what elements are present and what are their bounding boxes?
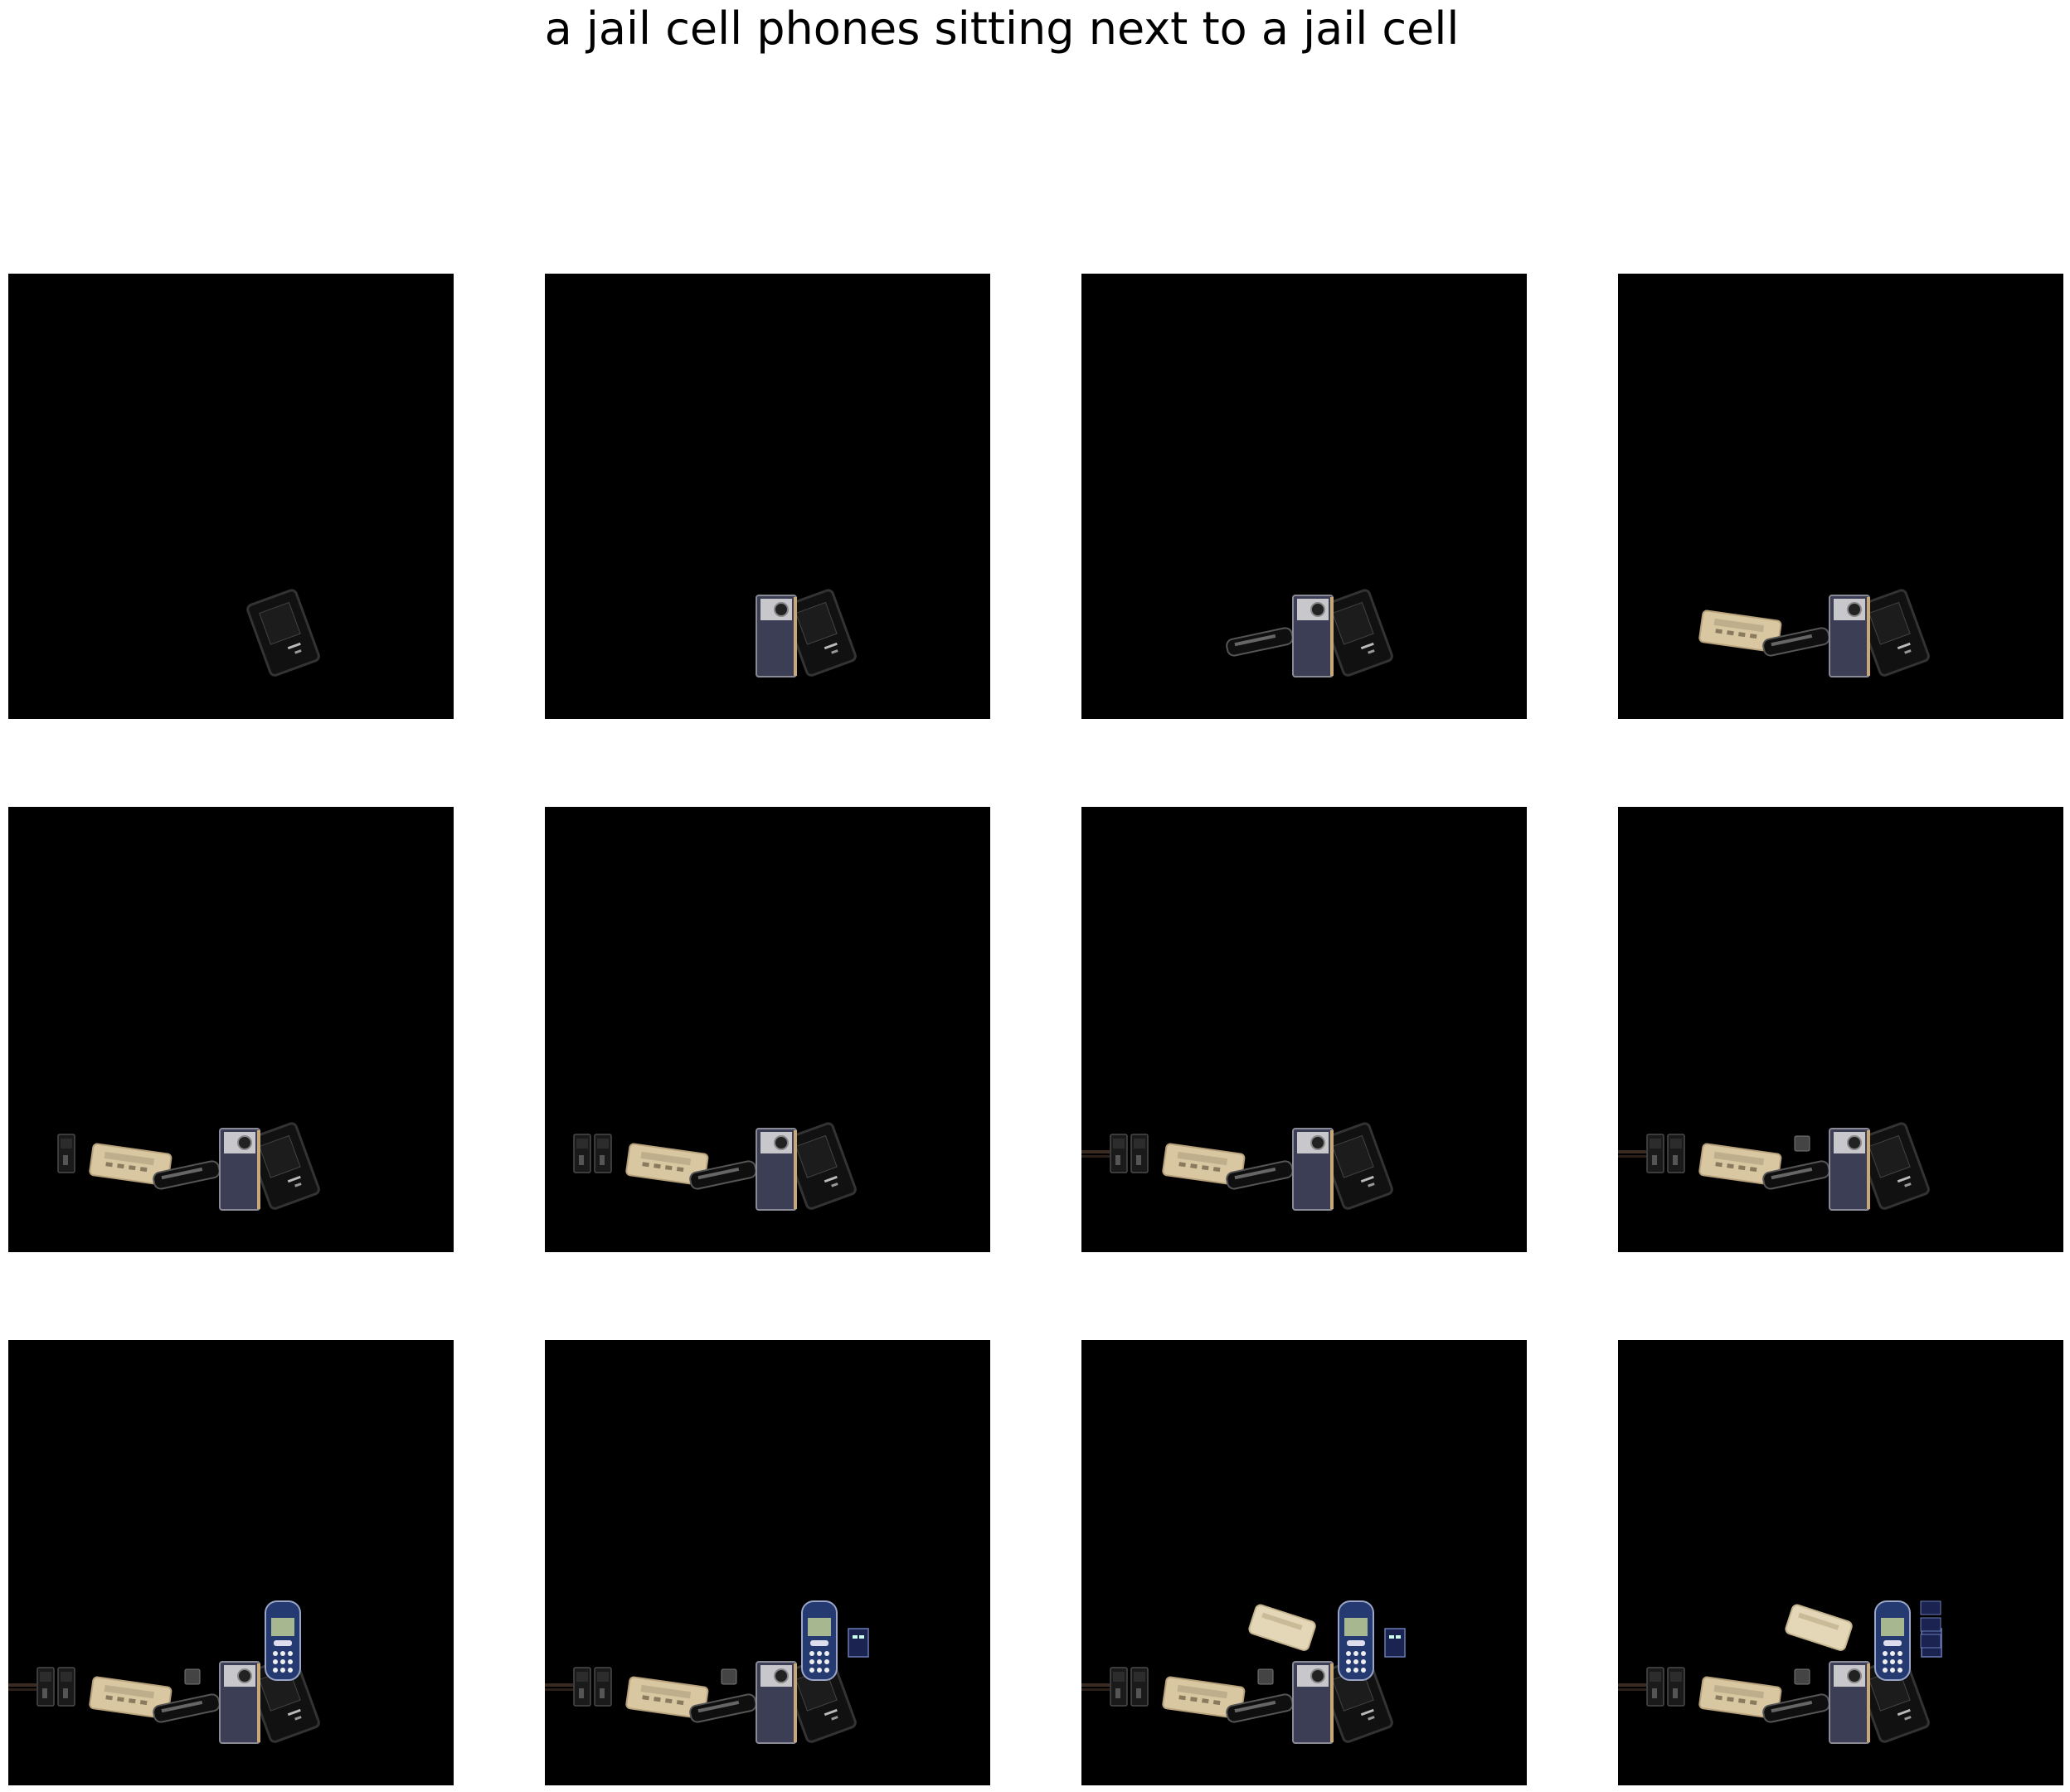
panel-image <box>573 1122 857 1211</box>
cable <box>545 1683 573 1691</box>
small-dark-phone <box>57 1134 75 1173</box>
small-dark-phone <box>1130 1134 1149 1173</box>
small-dark-phone <box>57 1667 75 1707</box>
cable <box>1618 1150 1646 1158</box>
image-panel-1 <box>8 274 454 719</box>
image-panel-6 <box>545 807 990 1252</box>
tiny-gray-phone <box>1257 1668 1274 1685</box>
small-dark-phone <box>1667 1667 1685 1707</box>
silver-phone <box>756 1128 797 1211</box>
tiny-gray-phone <box>1794 1668 1810 1685</box>
panel-image <box>1226 589 1393 677</box>
panel-image <box>57 1122 320 1211</box>
small-dark-phone-2 <box>573 1667 591 1707</box>
blue-nokia-phone <box>1338 1600 1374 1681</box>
image-panel-7 <box>1081 807 1527 1252</box>
beige-phone-tilted <box>1248 1604 1316 1651</box>
image-panel-4 <box>1618 274 2063 719</box>
panel-image <box>756 589 857 677</box>
blue-nokia-phone <box>265 1600 301 1681</box>
silver-phone <box>1829 1128 1870 1211</box>
image-panel-3 <box>1081 274 1527 719</box>
silver-phone <box>1829 595 1870 677</box>
small-dark-phone-2 <box>1646 1134 1664 1173</box>
panel-image <box>1698 589 1930 677</box>
silver-phone <box>219 1661 260 1744</box>
panel-image <box>8 1600 320 1744</box>
silver-phone <box>756 1661 797 1744</box>
small-dark-phone-2 <box>1646 1667 1664 1707</box>
panel-image <box>1081 1600 1406 1744</box>
image-panel-5 <box>8 807 454 1252</box>
panel-image <box>1081 1122 1393 1211</box>
cable <box>1618 1683 1646 1691</box>
silver-phone <box>756 595 797 677</box>
silver-phone <box>1292 595 1334 677</box>
tiny-gray-phone <box>721 1668 737 1685</box>
tiny-gray-phone <box>184 1668 201 1685</box>
blue-nokia-phone <box>1874 1600 1911 1681</box>
cable <box>1081 1150 1110 1158</box>
small-dark-phone <box>1667 1134 1685 1173</box>
image-panel-11 <box>1081 1340 1527 1785</box>
small-dark-phone <box>1130 1667 1149 1707</box>
image-panel-9 <box>8 1340 454 1785</box>
blue-small-screen <box>1384 1628 1406 1658</box>
image-panel-12 <box>1618 1340 2063 1785</box>
silver-phone <box>1829 1661 1870 1744</box>
panel-image <box>545 1600 869 1744</box>
cable <box>1081 1683 1110 1691</box>
image-panel-10 <box>545 1340 990 1785</box>
small-dark-phone-2 <box>36 1667 55 1707</box>
silver-phone <box>219 1128 260 1211</box>
blue-small-screen <box>848 1628 869 1658</box>
tiny-gray-phone <box>1794 1135 1810 1152</box>
small-dark-phone <box>594 1667 612 1707</box>
small-dark-phone-2 <box>1110 1134 1128 1173</box>
beige-phone-tilted <box>1785 1604 1853 1651</box>
panel-image <box>246 589 320 677</box>
image-panel-8 <box>1618 807 2063 1252</box>
panel-image <box>1618 1600 1942 1744</box>
small-dark-phone-2 <box>573 1134 591 1173</box>
panel-image <box>1618 1122 1930 1211</box>
small-dark-phone-2 <box>1110 1667 1128 1707</box>
black-slider-phone <box>1226 627 1294 657</box>
image-panel-2 <box>545 274 990 719</box>
silver-phone <box>1292 1128 1334 1211</box>
small-dark-phone <box>594 1134 612 1173</box>
figure-title: a jail cell phones sitting next to a jai… <box>544 2 1460 55</box>
blue-stacked-screens <box>1920 1600 1941 1649</box>
silver-phone <box>1292 1661 1334 1744</box>
blue-nokia-phone <box>801 1600 838 1681</box>
black-flip-phone <box>246 589 320 677</box>
cable <box>8 1683 36 1691</box>
